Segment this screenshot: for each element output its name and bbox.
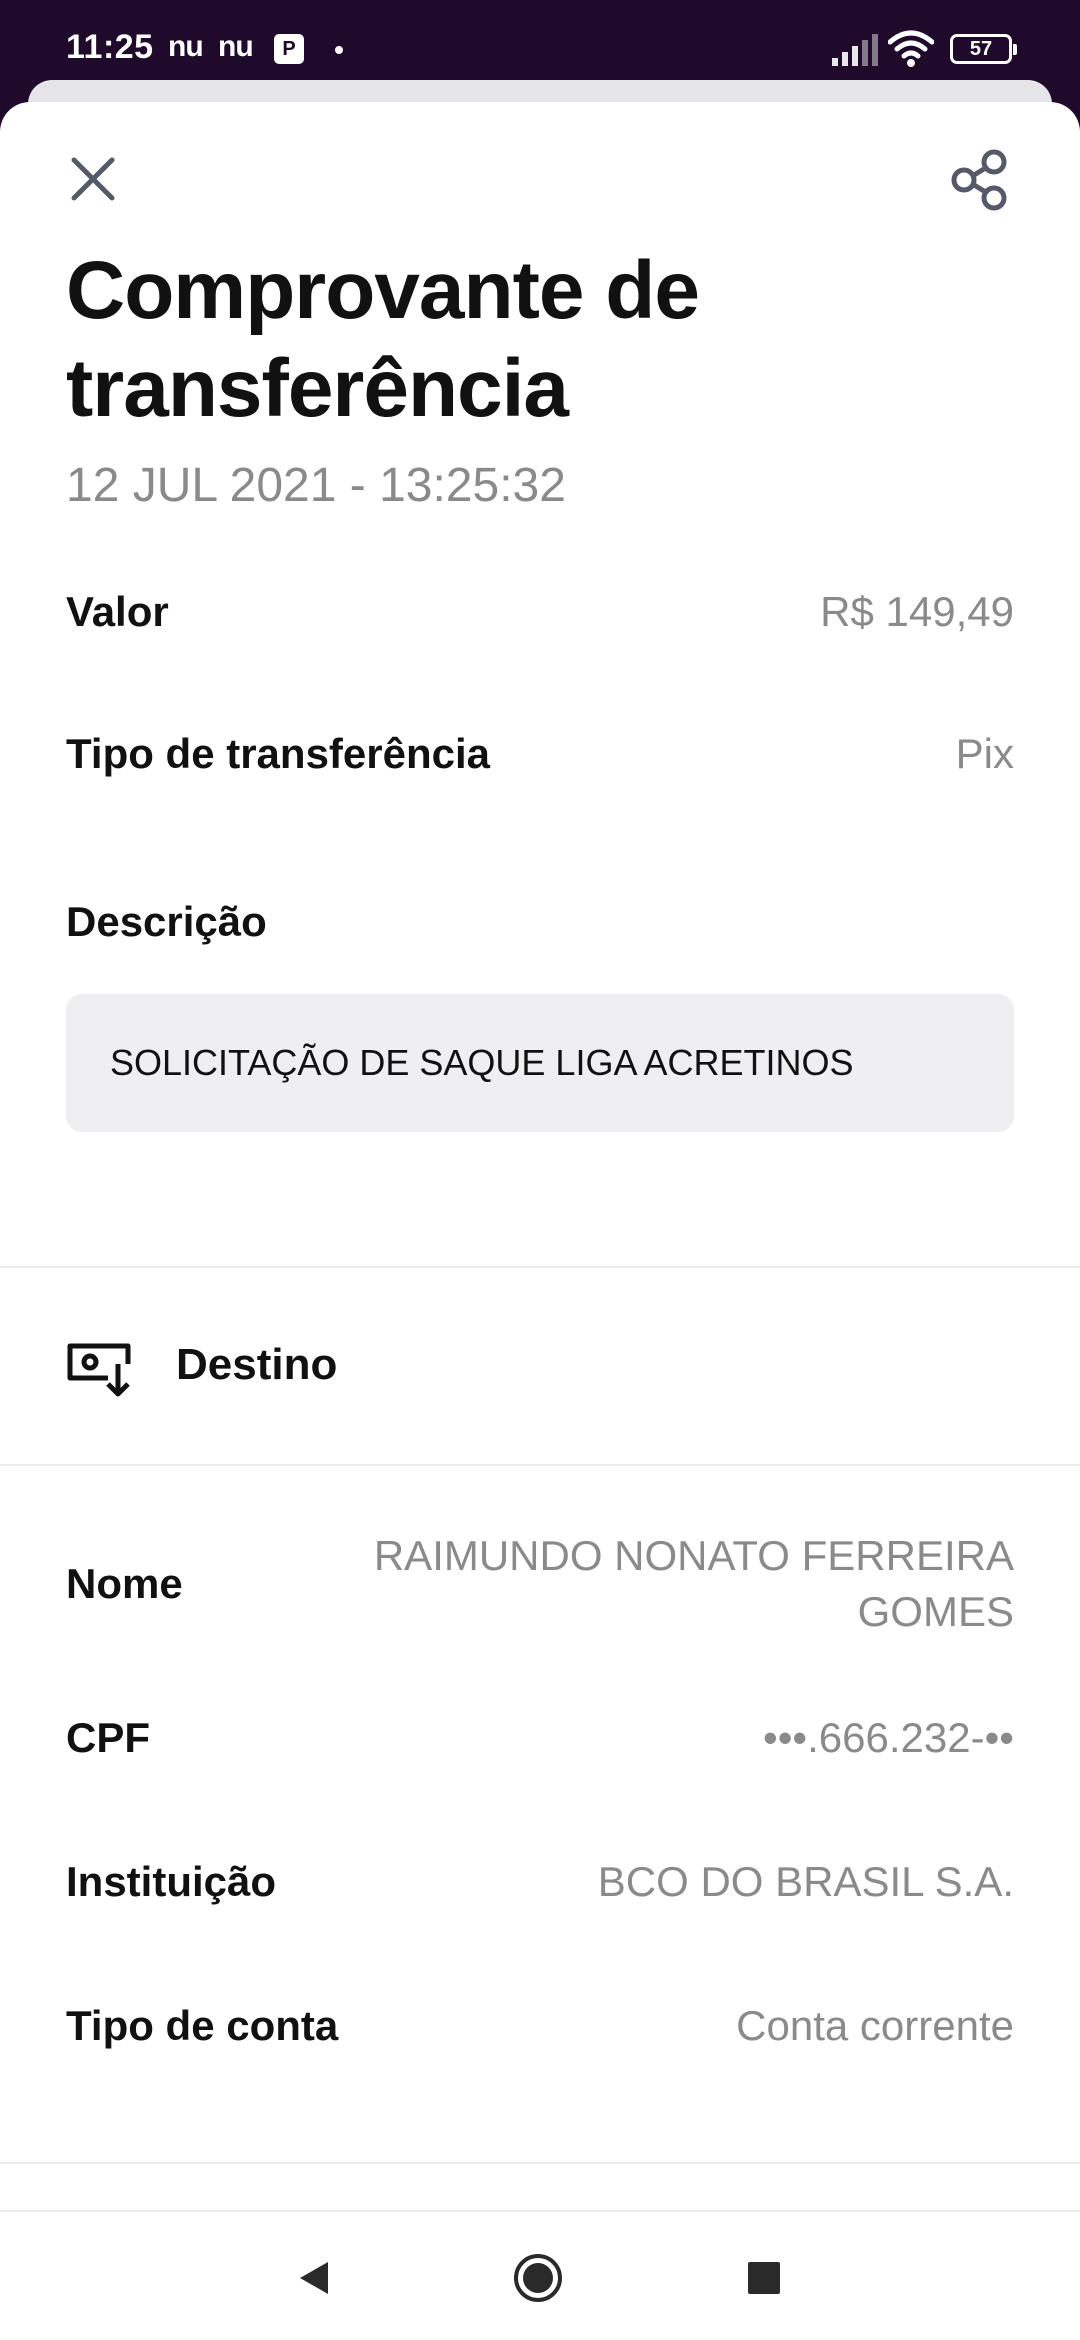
nu-notification-icon: nu — [168, 30, 204, 63]
share-button[interactable] — [940, 140, 1020, 220]
nav-home-button[interactable] — [508, 2248, 568, 2308]
nu-notification-icon: nu — [218, 30, 254, 63]
page-title: Comprovante de transferência — [66, 242, 966, 438]
cpf-row: CPF •••.666.232-•• — [66, 1708, 1014, 1768]
system-navigation-bar — [0, 2210, 1080, 2340]
recents-square-icon — [748, 2262, 780, 2294]
tipo-conta-value: Conta corrente — [736, 2002, 1014, 2049]
instituicao-label: Instituição — [66, 1858, 277, 1905]
tipo-transferencia-row: Tipo de transferência Pix — [66, 724, 1014, 784]
tipo-transferencia-label: Tipo de transferência — [66, 730, 491, 777]
share-icon — [951, 149, 1007, 211]
valor-label: Valor — [66, 588, 169, 635]
divider — [0, 1464, 1080, 1466]
nav-back-button[interactable] — [284, 2248, 344, 2308]
tipo-conta-row: Tipo de conta Conta corrente — [66, 1996, 1014, 2056]
descricao-label: Descrição — [66, 898, 267, 945]
nome-row: Nome RAIMUNDO NONATO FERREIRA GOMES — [66, 1514, 1014, 1654]
nav-recents-button[interactable] — [734, 2248, 794, 2308]
instituicao-value: BCO DO BRASIL S.A. — [597, 1858, 1014, 1905]
cpf-label: CPF — [66, 1714, 150, 1761]
valor-value: R$ 149,49 — [820, 588, 1014, 635]
parking-notification-icon: P — [274, 34, 304, 64]
destino-section-title: Destino — [176, 1340, 338, 1389]
divider — [0, 2162, 1080, 2164]
status-time: 11:25 — [66, 28, 154, 66]
tipo-conta-label: Tipo de conta — [66, 2002, 339, 2049]
close-button[interactable] — [54, 140, 134, 220]
receipt-sheet: Comprovante de transferência 12 JUL 2021… — [0, 102, 1080, 2210]
page-title-line-1: Comprovante de — [66, 245, 700, 336]
cpf-value: •••.666.232-•• — [763, 1714, 1014, 1761]
nome-value-line-1: RAIMUNDO NONATO FERREIRA — [373, 1532, 1014, 1579]
home-circle-icon — [514, 2254, 562, 2302]
receive-money-icon — [67, 1343, 131, 1397]
battery-icon: 57 — [950, 34, 1017, 64]
page-title-line-2: transferência — [66, 343, 569, 434]
valor-row: Valor R$ 149,49 — [66, 582, 1014, 642]
descricao-value: SOLICITAÇÃO DE SAQUE LIGA ACRETINOS — [110, 1042, 854, 1083]
nome-value-line-2: GOMES — [857, 1588, 1014, 1635]
descricao-box: SOLICITAÇÃO DE SAQUE LIGA ACRETINOS — [66, 994, 1014, 1132]
wifi-icon — [888, 30, 934, 67]
nome-label: Nome — [66, 1560, 183, 1607]
instituicao-row: Instituição BCO DO BRASIL S.A. — [66, 1852, 1014, 1912]
tipo-transferencia-value: Pix — [955, 730, 1014, 777]
signal-icon — [832, 34, 878, 66]
nome-value: RAIMUNDO NONATO FERREIRA GOMES — [374, 1528, 1014, 1640]
divider — [0, 1266, 1080, 1268]
transfer-date: 12 JUL 2021 - 13:25:32 — [66, 459, 566, 512]
more-notifications-dot — [335, 46, 343, 54]
back-triangle-icon — [300, 2262, 328, 2294]
close-icon — [71, 157, 115, 201]
